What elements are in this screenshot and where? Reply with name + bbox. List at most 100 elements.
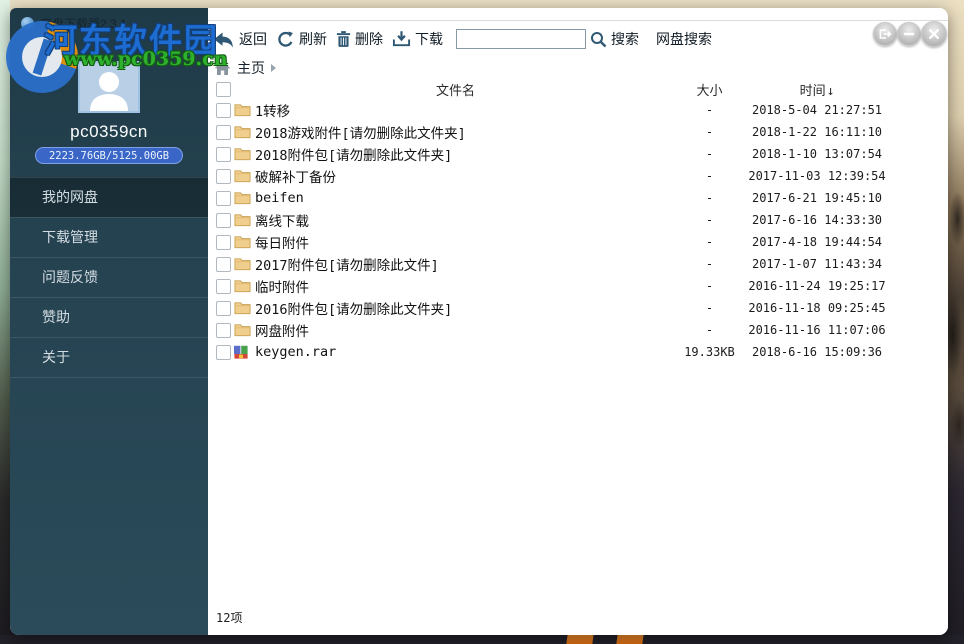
file-time: 2016-11-16 11:07:06: [748, 323, 886, 337]
sidebar-menu-item-label: 我的网盘: [42, 189, 98, 205]
back-label: 返回: [239, 31, 267, 47]
file-size: -: [705, 191, 714, 205]
table-row[interactable]: 破解补丁备份 - 2017-11-03 12:39:54: [208, 165, 948, 187]
search-input[interactable]: [456, 29, 586, 49]
trash-icon: [336, 31, 351, 47]
file-name[interactable]: 2016附件包[请勿删除此文件夹]: [255, 298, 677, 318]
table-row[interactable]: 临时附件 - 2016-11-24 19:25:17: [208, 275, 948, 297]
sidebar-menu: 我的网盘 下载管理 问题反馈 赞助 关于: [10, 177, 208, 378]
folder-icon: [234, 103, 251, 117]
row-checkbox[interactable]: [216, 278, 231, 294]
username: pc0359cn: [70, 122, 148, 141]
statusbar: 12项: [208, 603, 948, 635]
row-checkbox[interactable]: [216, 300, 231, 316]
sidebar-menu-item[interactable]: 关于: [10, 337, 208, 378]
download-label: 下载: [415, 31, 443, 47]
folder-icon: [234, 169, 251, 183]
file-name[interactable]: keygen.rar: [255, 344, 677, 360]
file-name[interactable]: 网盘附件: [255, 320, 677, 340]
delete-button[interactable]: 删除: [336, 29, 383, 49]
row-checkbox[interactable]: [216, 234, 231, 250]
breadcrumb-arrow-icon: [271, 64, 276, 72]
refresh-label: 刷新: [299, 31, 327, 47]
table-row[interactable]: 离线下载 - 2017-6-16 14:33:30: [208, 209, 948, 231]
file-time: 2016-11-18 09:25:45: [748, 301, 886, 315]
row-checkbox[interactable]: [216, 322, 231, 338]
delete-label: 删除: [355, 31, 383, 47]
column-header-filename[interactable]: 文件名: [234, 80, 677, 99]
time-header-label: 时间: [799, 83, 826, 99]
table-row[interactable]: 2017附件包[请勿删除此文件] - 2017-1-07 11:43:34: [208, 253, 948, 275]
avatar[interactable]: [78, 61, 140, 113]
row-checkbox[interactable]: [216, 146, 231, 162]
table-row[interactable]: 2018附件包[请勿删除此文件夹] - 2018-1-10 13:07:54: [208, 143, 948, 165]
download-button[interactable]: 下载: [392, 29, 443, 49]
file-time: 2017-11-03 12:39:54: [748, 169, 886, 183]
file-time: 2017-1-07 11:43:34: [751, 257, 883, 271]
table-row[interactable]: 2016附件包[请勿删除此文件夹] - 2016-11-18 09:25:45: [208, 297, 948, 319]
file-name[interactable]: 离线下载: [255, 210, 677, 230]
file-name[interactable]: 2018附件包[请勿删除此文件夹]: [255, 144, 677, 164]
file-size: -: [705, 213, 714, 227]
file-time: 2016-11-24 19:25:17: [748, 279, 886, 293]
sidebar-menu-item[interactable]: 下载管理: [10, 217, 208, 257]
column-header-size[interactable]: 大小: [677, 80, 742, 99]
file-size: -: [705, 235, 714, 249]
table-row[interactable]: beifen - 2017-6-21 19:45:10: [208, 187, 948, 209]
table-row[interactable]: 1转移 - 2018-5-04 21:27:51: [208, 99, 948, 121]
close-button[interactable]: [921, 21, 947, 47]
back-button[interactable]: 返回: [212, 29, 267, 49]
close-icon: [929, 29, 939, 39]
desktop-background-left-strip: [0, 0, 10, 644]
row-checkbox[interactable]: [216, 344, 231, 360]
row-checkbox[interactable]: [216, 124, 231, 140]
row-checkbox[interactable]: [216, 256, 231, 272]
breadcrumb-home[interactable]: 主页: [237, 58, 265, 78]
file-name[interactable]: beifen: [255, 190, 677, 206]
sidebar: 度盘下载器2.3.1 pc0359cn 2223.76GB/5125.00GB …: [10, 8, 208, 635]
download-icon: [392, 31, 411, 47]
file-name[interactable]: 1转移: [255, 100, 677, 120]
rar-file-icon: [234, 345, 251, 359]
logout-button[interactable]: [873, 22, 897, 46]
file-list: 1转移 - 2018-5-04 21:27:51 2018游戏附件[请勿删除此文…: [208, 99, 948, 603]
row-checkbox[interactable]: [216, 212, 231, 228]
app-icon: [21, 16, 34, 30]
sidebar-menu-item[interactable]: 问题反馈: [10, 257, 208, 297]
row-checkbox[interactable]: [216, 102, 231, 118]
row-checkbox[interactable]: [216, 190, 231, 206]
select-all-checkbox[interactable]: [216, 81, 231, 97]
file-name[interactable]: 2017附件包[请勿删除此文件]: [255, 254, 677, 274]
logout-icon: [879, 29, 892, 39]
sidebar-menu-item[interactable]: 我的网盘: [10, 177, 208, 217]
refresh-button[interactable]: 刷新: [276, 29, 327, 49]
folder-icon: [234, 213, 251, 227]
row-checkbox[interactable]: [216, 168, 231, 184]
file-name[interactable]: 2018游戏附件[请勿删除此文件夹]: [255, 122, 677, 142]
home-icon[interactable]: [214, 60, 231, 76]
file-size: -: [705, 103, 714, 117]
file-name[interactable]: 破解补丁备份: [255, 166, 677, 186]
item-count: 12项: [216, 611, 243, 625]
column-header-time[interactable]: 时间↓: [742, 80, 892, 99]
file-size: -: [705, 169, 714, 183]
search-button[interactable]: 搜索: [590, 29, 639, 49]
file-name[interactable]: 每日附件: [255, 232, 677, 252]
storage-capacity-badge: 2223.76GB/5125.00GB: [35, 147, 183, 164]
titlebar[interactable]: 度盘下载器2.3.1: [10, 8, 208, 33]
file-name[interactable]: 临时附件: [255, 276, 677, 296]
file-size: -: [705, 301, 714, 315]
table-row[interactable]: keygen.rar 19.33KB 2018-6-16 15:09:36: [208, 341, 948, 363]
app-title: 度盘下载器2.3.1: [40, 16, 127, 31]
sidebar-menu-item[interactable]: 赞助: [10, 297, 208, 337]
table-row[interactable]: 网盘附件 - 2016-11-16 11:07:06: [208, 319, 948, 341]
table-row[interactable]: 2018游戏附件[请勿删除此文件夹] - 2018-1-22 16:11:10: [208, 121, 948, 143]
netdisk-search-button[interactable]: 网盘搜索: [656, 29, 712, 49]
folder-icon: [234, 147, 251, 161]
file-time: 2018-5-04 21:27:51: [751, 103, 883, 117]
file-time: 2018-6-16 15:09:36: [751, 345, 883, 359]
table-header: 文件名 大小 时间↓: [208, 79, 948, 99]
table-row[interactable]: 每日附件 - 2017-4-18 19:44:54: [208, 231, 948, 253]
minimize-button[interactable]: [897, 22, 921, 46]
search-icon: [591, 31, 607, 47]
